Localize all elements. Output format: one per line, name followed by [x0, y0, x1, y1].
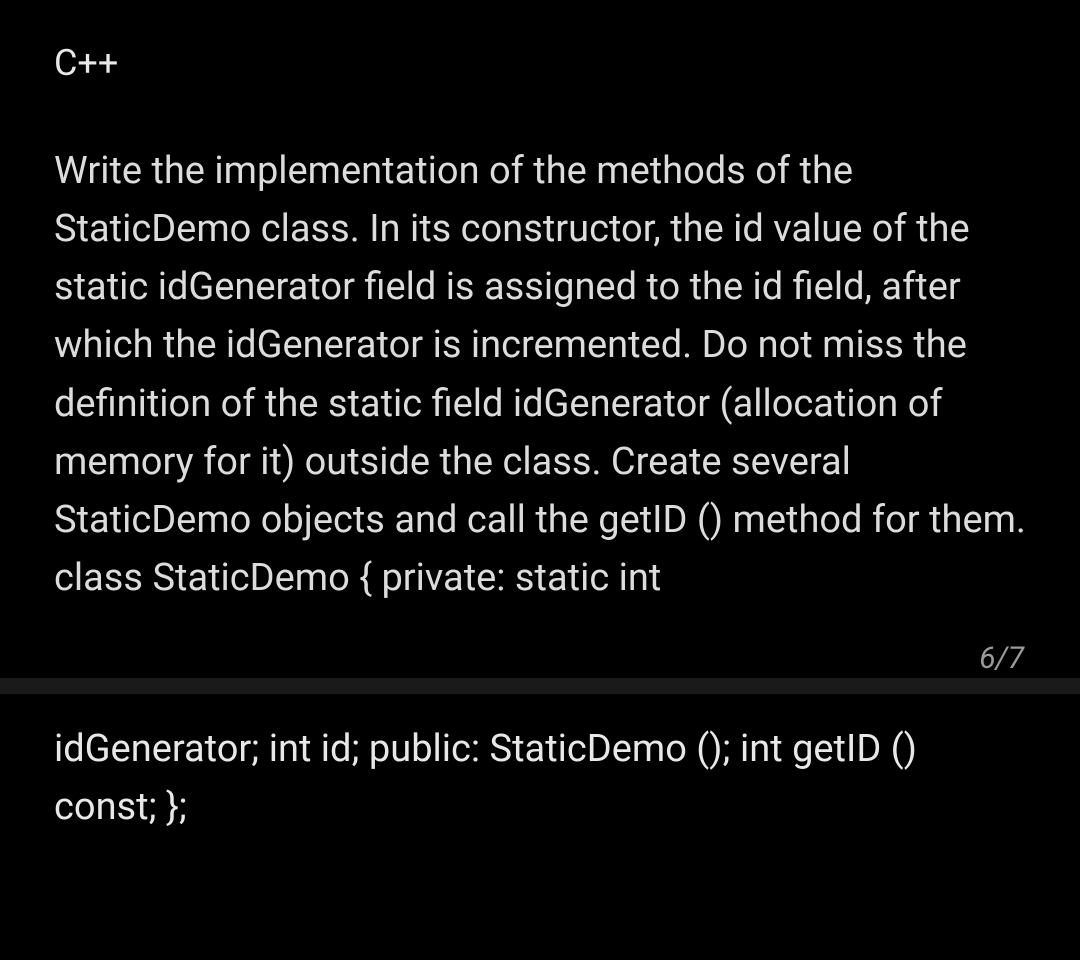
problem-continuation: idGenerator; int id; public: StaticDemo …	[0, 720, 1080, 836]
section-divider	[0, 678, 1080, 694]
page-indicator: 6/7	[0, 641, 1080, 676]
language-title: C++	[54, 42, 1026, 84]
problem-description: Write the implementation of the methods …	[54, 142, 1026, 607]
